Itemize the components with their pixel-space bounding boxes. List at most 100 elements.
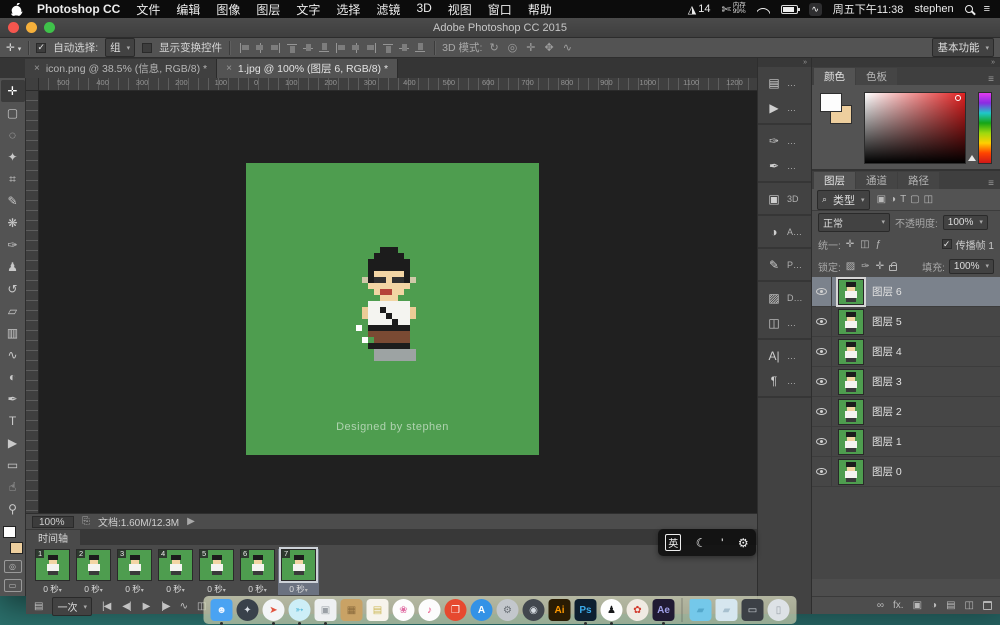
actions-panel-icon[interactable]: ▶… [758, 95, 811, 120]
camera-app-icon[interactable]: ◉ [522, 599, 545, 621]
lock-icon[interactable]: ✑ [861, 261, 869, 272]
panel-tab[interactable]: 通道 [856, 172, 897, 189]
layer-row[interactable]: 图层 1 [812, 427, 1000, 457]
notification-center-icon[interactable]: ≡ [984, 3, 990, 15]
visibility-eye-icon[interactable] [812, 337, 832, 366]
memory-indicator[interactable]: ✄ 内存 99% [721, 2, 745, 16]
foreground-color-swatch[interactable] [2, 526, 16, 538]
document-tab[interactable]: × icon.png @ 38.5% (信息, RGB/8) * [25, 59, 218, 78]
panel-tab[interactable]: 路径 [898, 172, 939, 189]
visibility-eye-icon[interactable] [812, 277, 832, 306]
lock-all-icon[interactable] [889, 261, 898, 271]
layer-row[interactable]: 图层 0 [812, 457, 1000, 487]
saturation-box[interactable] [864, 92, 966, 164]
show-transform-checkbox[interactable]: ✓ [142, 42, 153, 53]
menu-item[interactable]: 帮助 [528, 1, 552, 18]
screen-mode-button[interactable]: ▭ [3, 579, 22, 592]
workspace-switcher[interactable]: 基本功能 ▾ [932, 38, 994, 57]
menu-user[interactable]: stephen [914, 3, 953, 15]
align-icon[interactable] [414, 41, 426, 55]
panel-tab[interactable]: 色板 [856, 68, 897, 85]
clone-stamp-tool[interactable]: ♟ [1, 256, 25, 278]
lock-icon[interactable]: ▨ [846, 261, 855, 272]
folder-light-icon[interactable]: ▰ [715, 599, 738, 621]
status-arrow-icon[interactable]: ▶ [187, 516, 195, 527]
strip-collapse-chevrons[interactable]: » [758, 58, 811, 67]
layers-footer-icon[interactable]: fx. [893, 600, 904, 611]
menu-item[interactable]: 图像 [216, 1, 240, 18]
move-tool[interactable]: ✛ [0, 80, 25, 102]
spotlight-search-icon[interactable] [964, 5, 973, 13]
history-panel-icon[interactable]: ▤… [758, 70, 811, 95]
photos-icon[interactable]: ❀ [392, 599, 415, 621]
3d-mode-icon[interactable]: ✥ [544, 41, 553, 54]
delete-layer-icon[interactable] [983, 601, 992, 610]
visibility-eye-icon[interactable] [812, 457, 832, 486]
menu-item[interactable]: 窗口 [488, 1, 512, 18]
apple-menu-icon[interactable] [10, 2, 23, 16]
illustrator-icon[interactable]: Ai [548, 599, 571, 621]
animation-frame[interactable]: 60 秒▾ [237, 549, 278, 595]
healing-brush-tool[interactable]: ❋ [1, 212, 25, 234]
menu-clock[interactable]: 周五下午11:38 [833, 1, 904, 17]
propagate-checkbox[interactable]: ✓ [941, 239, 952, 249]
minimize-window-button[interactable] [26, 22, 37, 33]
align-icon[interactable] [286, 41, 298, 55]
zoom-level-field[interactable]: 100% [32, 515, 74, 528]
close-window-button[interactable] [8, 22, 19, 33]
visibility-eye-icon[interactable] [812, 397, 832, 426]
masks-panel-icon[interactable]: ▨ D… [758, 285, 811, 310]
menu-item[interactable]: 3D [416, 1, 431, 18]
ime-language-badge[interactable]: 英 [665, 534, 682, 551]
auto-select-dropdown[interactable]: 组 ▾ [105, 38, 136, 57]
quick-mask-button[interactable]: ◎ [3, 560, 22, 573]
menu-item[interactable]: 文件 [136, 1, 160, 18]
properties-panel-icon[interactable]: ✎ P… [758, 252, 811, 277]
type-tool[interactable]: T [1, 410, 25, 432]
trash-icon[interactable]: ▯ [767, 599, 790, 621]
transport-button[interactable]: |▶ [161, 601, 170, 612]
transport-button[interactable]: |◀ [102, 601, 111, 612]
align-icon[interactable] [237, 42, 251, 54]
visibility-eye-icon[interactable] [812, 427, 832, 456]
layers-footer-icon[interactable]: ▣ [913, 600, 922, 611]
unify-icon[interactable]: ◫ [860, 239, 869, 250]
display-app-icon[interactable]: ▭ [741, 599, 764, 621]
ibooks-icon[interactable]: ❐ [444, 599, 467, 621]
menu-item[interactable]: 编辑 [176, 1, 200, 18]
layer-thumbnail[interactable] [838, 428, 864, 455]
qq-icon[interactable]: ♟ [600, 599, 623, 625]
folder-blue-icon[interactable]: ▰ [689, 599, 712, 621]
eraser-tool[interactable]: ▱ [1, 300, 25, 322]
3d-mode-icon[interactable]: ∿ [563, 41, 572, 54]
adjustments-panel-icon[interactable]: ◑ A… [758, 219, 811, 244]
layers-footer-icon[interactable]: ∞ [877, 600, 884, 611]
app-store-icon[interactable]: A [470, 599, 493, 621]
align-icon[interactable] [318, 41, 330, 55]
window-title-bar[interactable]: Adobe Photoshop CC 2015 [0, 18, 1000, 38]
animation-frame[interactable]: 50 秒▾ [196, 549, 237, 595]
layer-thumbnail[interactable] [838, 398, 864, 425]
safari-icon[interactable]: ➤ [262, 599, 285, 625]
blend-mode-dropdown[interactable]: 正常 ▾ [818, 212, 890, 232]
tween-frames-icon[interactable]: ∿ [180, 601, 188, 612]
zoom-window-button[interactable] [44, 22, 55, 33]
menu-item[interactable]: 视图 [448, 1, 472, 18]
zoom-tool[interactable]: ⚲ [1, 498, 25, 520]
panel-menu-icon[interactable]: ≡ [988, 74, 1000, 85]
basket-app-icon[interactable]: ▦ [340, 599, 363, 621]
align-icon[interactable] [333, 42, 347, 54]
smudge-tool[interactable]: ∿ [1, 344, 25, 366]
opacity-field[interactable]: 100% ▾ [942, 214, 988, 230]
gradient-tool[interactable]: ▥ [1, 322, 25, 344]
auto-select-checkbox[interactable]: ✓ [36, 42, 47, 53]
lasso-tool[interactable]: ◌ [1, 124, 25, 146]
unify-icon[interactable]: ✛ [846, 239, 854, 250]
layer-thumbnail[interactable] [838, 338, 864, 365]
close-tab-icon[interactable]: × [226, 63, 232, 74]
preview-app-icon[interactable]: ▣ [314, 599, 337, 625]
background-color-swatch[interactable] [9, 542, 23, 554]
3d-mode-icon[interactable]: ✛ [526, 41, 535, 54]
paragraph-panel-icon[interactable]: ¶… [758, 368, 811, 393]
path-selection-tool[interactable]: ▶ [1, 432, 25, 454]
